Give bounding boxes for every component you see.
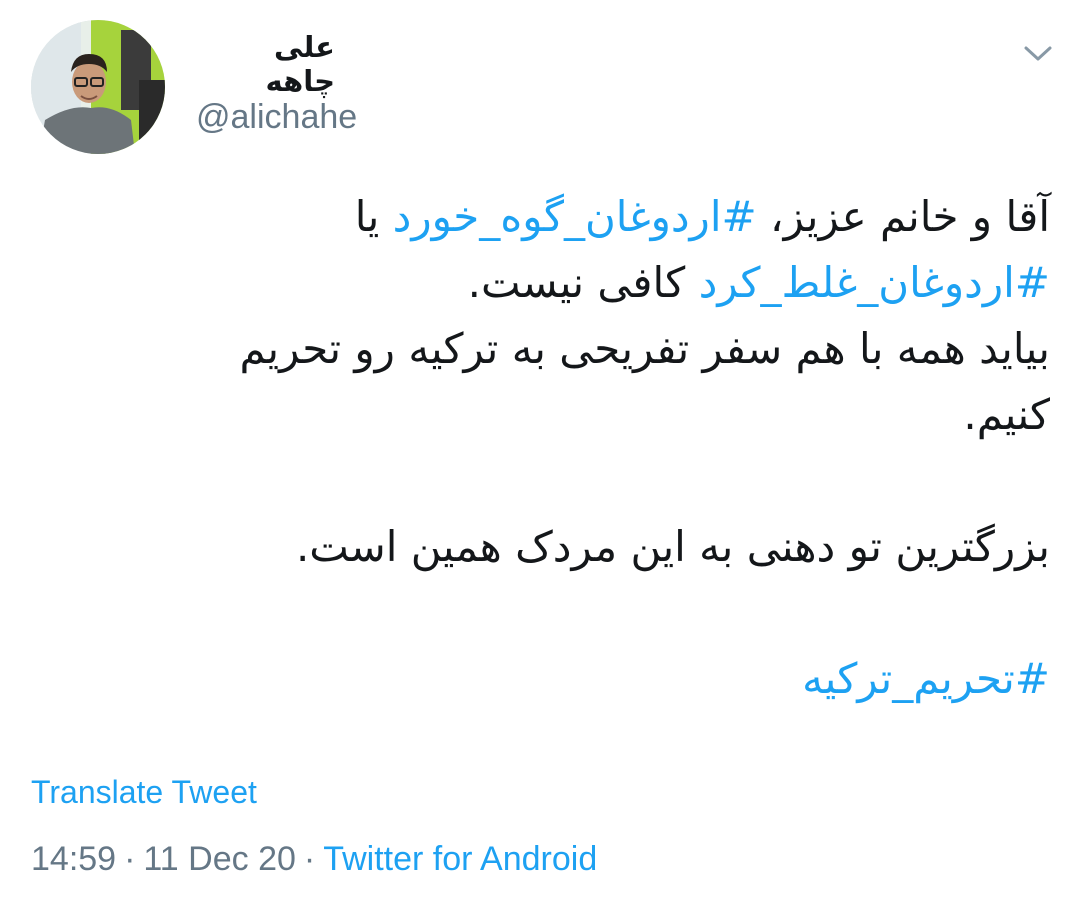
author-display-name[interactable]: علی چاهه: [195, 30, 335, 98]
tweet-line-2: #اردوغان_غلط_کرد کافی نیست.: [100, 250, 1050, 316]
translate-tweet-link[interactable]: Translate Tweet: [31, 774, 257, 811]
chevron-down-icon[interactable]: [1018, 38, 1058, 68]
tweet-text-segment: کافی نیست.: [467, 258, 699, 307]
tweet-time[interactable]: 14:59: [31, 840, 116, 878]
author-handle[interactable]: @alichahe: [196, 98, 357, 137]
avatar[interactable]: [31, 20, 165, 154]
separator-dot: ·: [303, 840, 316, 878]
hashtag-link[interactable]: #اردوغان_غلط_کرد: [699, 258, 1050, 307]
tweet-line-5: بزرگترین تو دهنی به این مردک همین است.: [295, 522, 1050, 571]
tweet-text-segment: آقا و خانم عزیز،: [756, 192, 1050, 241]
tweet-metadata: 14:59 · 11 Dec 20 · Twitter for Android: [31, 840, 597, 879]
tweet-source-link[interactable]: Twitter for Android: [323, 840, 597, 878]
tweet-line-6: #تحریم_ترکیه: [100, 646, 1050, 712]
tweet-line-4: کنیم.: [963, 390, 1050, 439]
avatar-photo: [31, 20, 165, 154]
tweet-date[interactable]: 11 Dec 20: [143, 840, 295, 878]
hashtag-link[interactable]: #تحریم_ترکیه: [802, 654, 1050, 703]
tweet-line-3: بیاید همه با هم سفر تفریحی به ترکیه رو ت…: [239, 324, 1050, 373]
separator-dot: ·: [124, 840, 136, 878]
tweet-text-segment: یا: [354, 192, 393, 241]
hashtag-link[interactable]: #اردوغان_گوه_خورد: [393, 192, 757, 241]
tweet-line-1: آقا و خانم عزیز، #اردوغان_گوه_خورد یا: [100, 184, 1050, 250]
tweet-text: آقا و خانم عزیز، #اردوغان_گوه_خورد یا #ا…: [100, 184, 1050, 712]
